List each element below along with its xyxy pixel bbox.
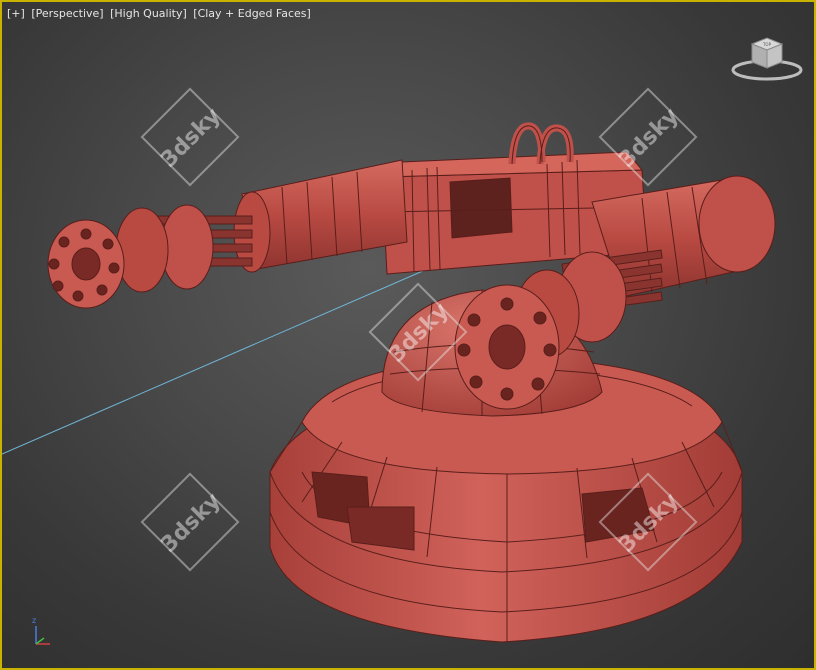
- watermark-text: 3dsky: [156, 103, 225, 172]
- axis-z-label: z: [32, 616, 36, 625]
- viewcube-face-label: TOP: [762, 42, 772, 47]
- viewport-perspective[interactable]: [+] [Perspective] [High Quality] [Clay +…: [0, 0, 816, 670]
- watermark-text: 3dsky: [614, 103, 683, 172]
- axis-tripod-icon: z: [32, 616, 50, 645]
- left-gun-barrel: [47, 159, 408, 309]
- scene-canvas[interactable]: 3dsky 3dsky 3dsky 3dsky 3dsky: [2, 2, 816, 670]
- viewcube-icon[interactable]: TOP: [730, 34, 804, 86]
- watermark-text: 3dsky: [156, 488, 225, 557]
